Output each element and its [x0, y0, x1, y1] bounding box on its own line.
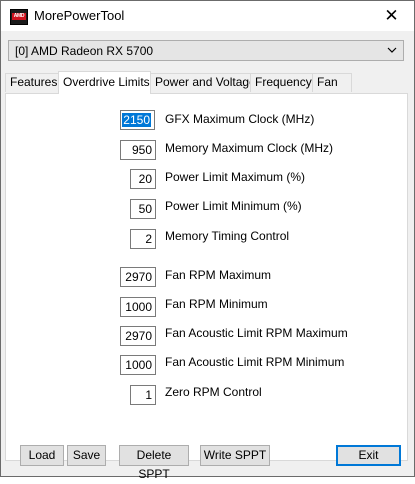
- memory-max-clock-input[interactable]: 950: [120, 140, 156, 160]
- tab-strip: Features Overdrive Limits Power and Volt…: [5, 71, 405, 94]
- gfx-max-clock-value: 2150: [122, 113, 151, 127]
- fan-acoustic-limit-min-input[interactable]: 1000: [120, 355, 156, 375]
- main-window: AMD MorePowerTool ✕ [0] AMD Radeon RX 57…: [0, 0, 415, 481]
- window-title: MorePowerTool: [34, 8, 125, 23]
- fan-rpm-max-label: Fan RPM Maximum: [165, 268, 272, 282]
- fan-rpm-max-input[interactable]: 2970: [120, 267, 156, 287]
- fan-acoustic-limit-min-label: Fan Acoustic Limit RPM Minimum: [165, 355, 345, 369]
- title-bar[interactable]: AMD MorePowerTool ✕: [1, 1, 414, 31]
- fan-rpm-min-label: Fan RPM Minimum: [165, 297, 268, 311]
- amd-logo-icon: AMD: [10, 9, 28, 25]
- exit-button[interactable]: Exit: [336, 445, 401, 466]
- tab-fan[interactable]: Fan: [312, 73, 352, 92]
- power-limit-min-label: Power Limit Minimum (%): [165, 199, 302, 213]
- fan-acoustic-limit-max-input[interactable]: 2970: [120, 326, 156, 346]
- tab-power-and-voltage[interactable]: Power and Voltage: [150, 73, 256, 92]
- gfx-max-clock-input[interactable]: 2150: [120, 110, 155, 130]
- power-limit-max-input[interactable]: 20: [130, 169, 156, 189]
- gpu-select-dropdown[interactable]: [0] AMD Radeon RX 5700: [8, 40, 404, 61]
- gpu-select-value: [0] AMD Radeon RX 5700: [15, 44, 154, 58]
- fan-rpm-min-input[interactable]: 1000: [120, 297, 156, 317]
- write-sppt-button[interactable]: Write SPPT: [200, 445, 270, 466]
- tab-features[interactable]: Features: [5, 73, 59, 92]
- memory-timing-control-label: Memory Timing Control: [165, 229, 290, 243]
- power-limit-min-input[interactable]: 50: [130, 199, 156, 219]
- memory-timing-control-input[interactable]: 2: [130, 229, 156, 249]
- tab-overdrive-limits[interactable]: Overdrive Limits: [58, 71, 151, 94]
- fan-acoustic-limit-max-label: Fan Acoustic Limit RPM Maximum: [165, 326, 348, 340]
- gfx-max-clock-label: GFX Maximum Clock (MHz): [165, 112, 315, 126]
- close-button[interactable]: ✕: [369, 1, 414, 31]
- memory-max-clock-label: Memory Maximum Clock (MHz): [165, 141, 333, 155]
- client-area: [0] AMD Radeon RX 5700 Features Overdriv…: [1, 31, 414, 481]
- amd-logo-text: AMD: [12, 13, 26, 20]
- power-limit-max-label: Power Limit Maximum (%): [165, 170, 306, 184]
- load-button[interactable]: Load: [20, 445, 64, 466]
- zero-rpm-control-label: Zero RPM Control: [165, 385, 262, 399]
- save-button[interactable]: Save: [67, 445, 106, 466]
- chevron-down-icon: [387, 47, 397, 53]
- zero-rpm-control-input[interactable]: 1: [130, 385, 156, 405]
- tab-frequency[interactable]: Frequency: [250, 73, 313, 92]
- delete-sppt-button[interactable]: Delete SPPT: [119, 445, 189, 481]
